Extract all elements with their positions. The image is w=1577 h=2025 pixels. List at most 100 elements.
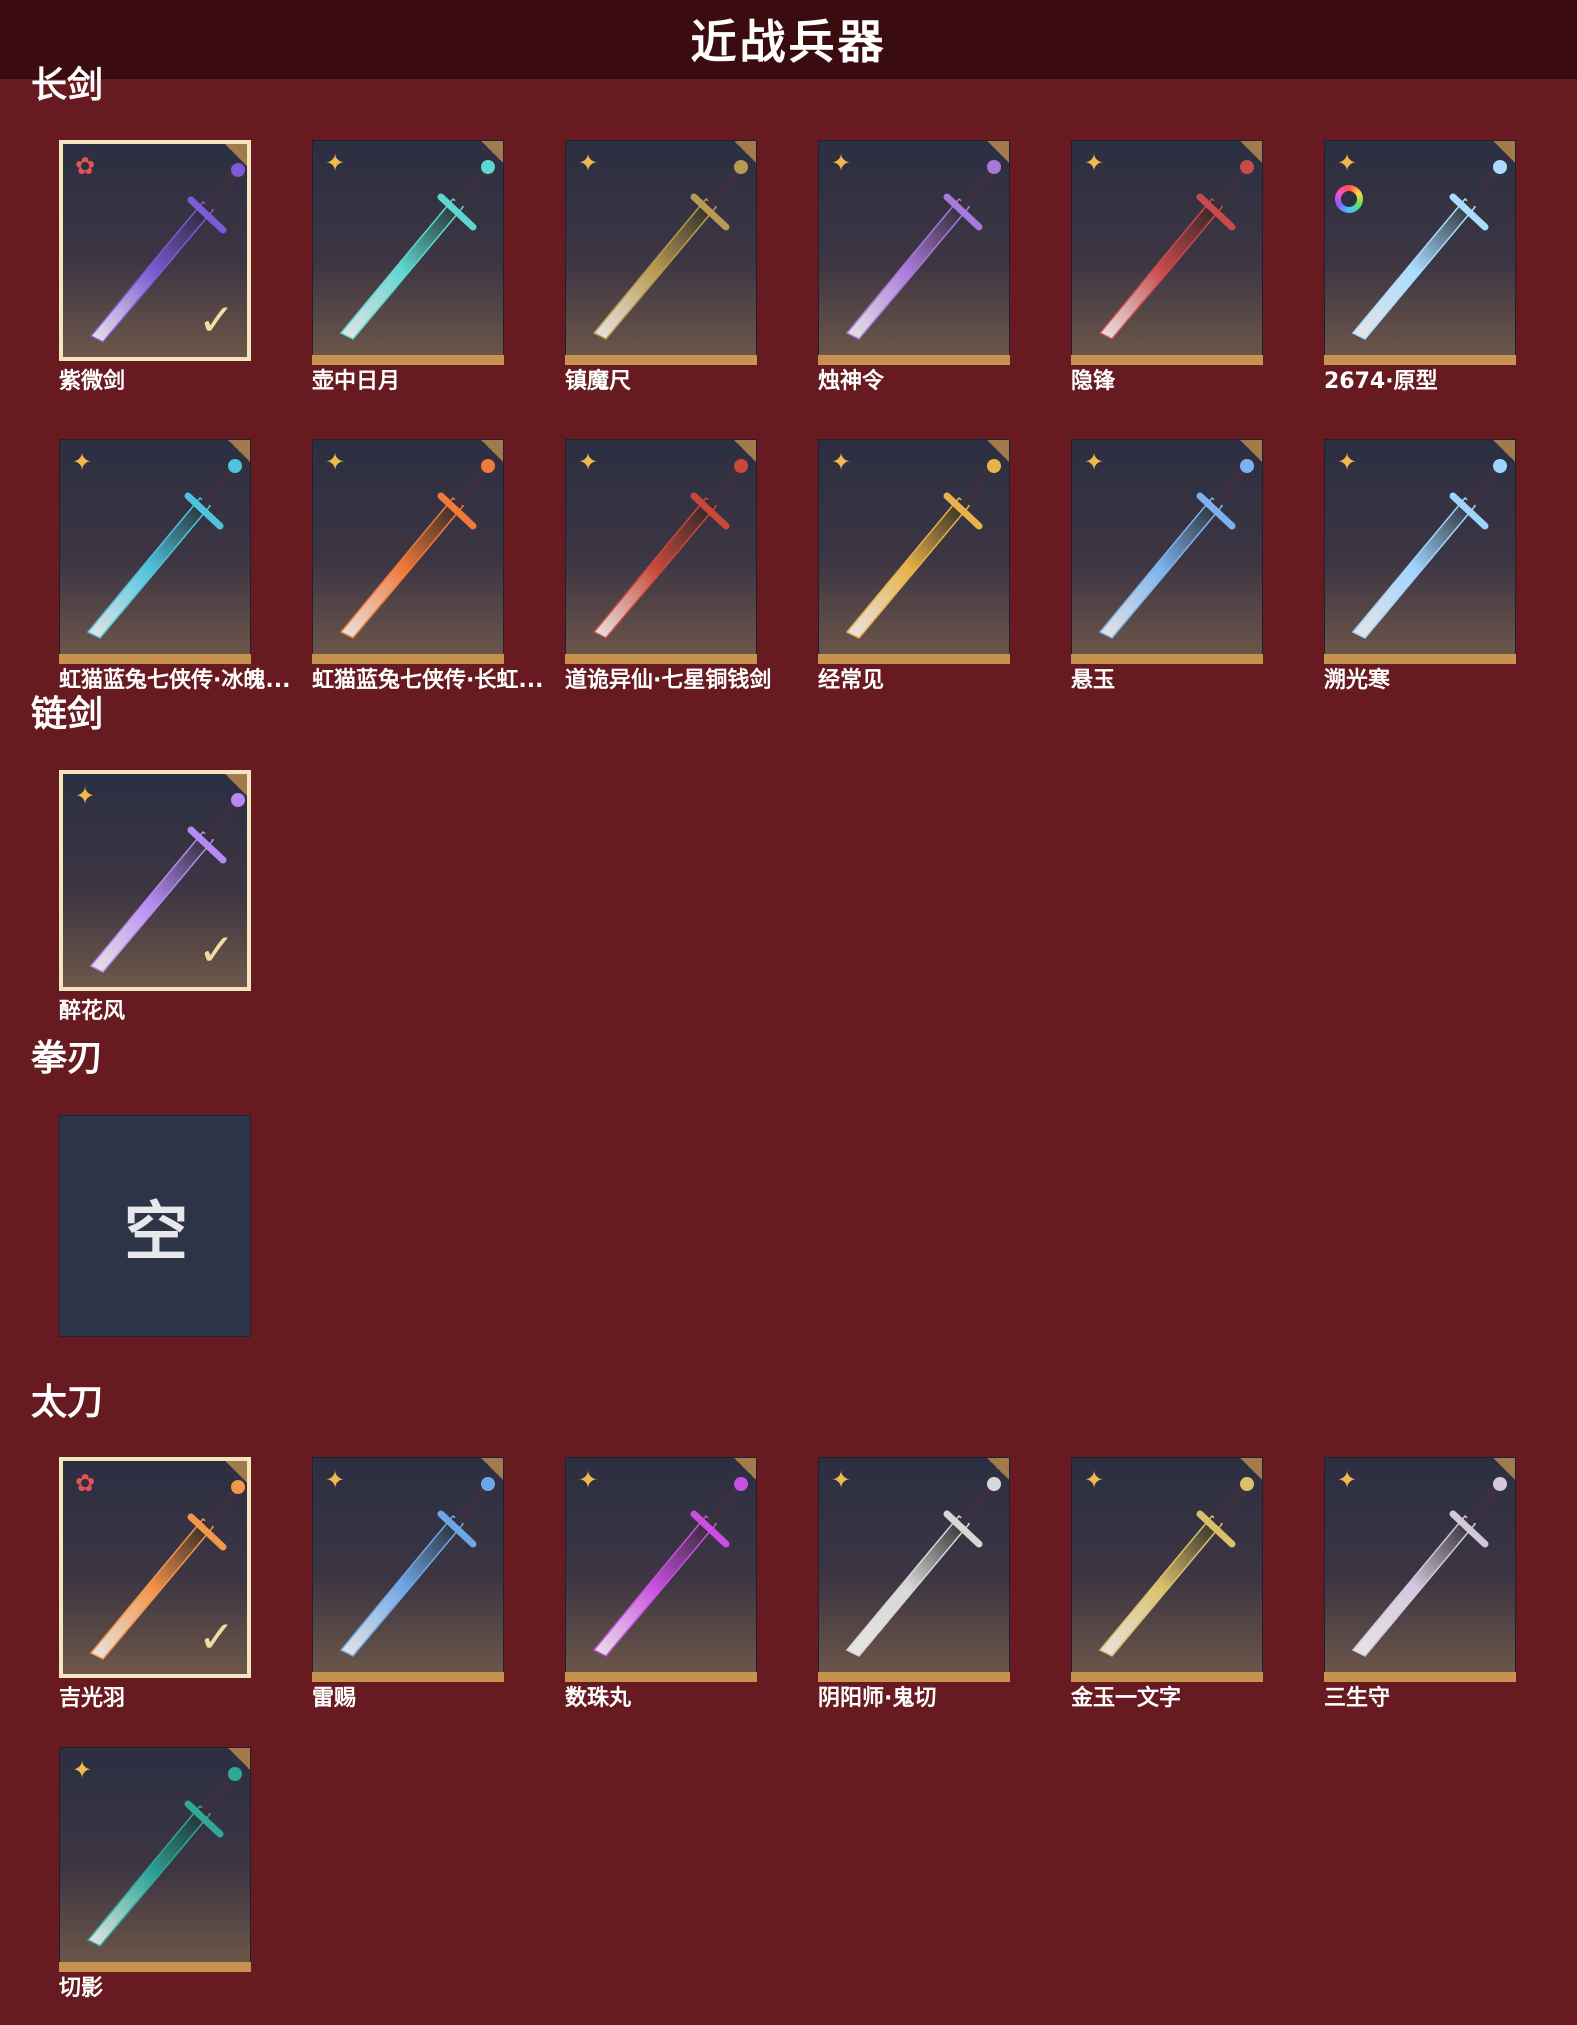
corner-fold-icon: [1493, 440, 1515, 462]
weapon-name: 切影: [59, 1976, 104, 2001]
corner-fold-icon: [734, 141, 756, 163]
weapon-name: 醉花风: [59, 999, 126, 1024]
weapon-name: 烛神令: [818, 369, 885, 394]
gold-star-icon: ✦: [830, 1466, 852, 1494]
card-bottom-bar: [818, 1672, 1010, 1682]
section-title: 太刀: [31, 1382, 104, 1423]
weapon-card-frame: ✦: [312, 439, 504, 660]
corner-fold-icon: [228, 440, 250, 462]
weapon-card-frame: ✦: [59, 1747, 251, 1968]
weapon-name: 镇魔尺: [565, 369, 632, 394]
corner-fold-icon: [987, 141, 1009, 163]
weapon-card[interactable]: ✦ 隐锋: [1071, 140, 1263, 394]
weapon-card-frame: ✦: [1324, 140, 1516, 361]
weapon-card-frame: ✦ ✓: [59, 770, 251, 991]
card-bottom-bar: [1071, 654, 1263, 664]
corner-fold-icon: [1240, 1458, 1262, 1480]
weapon-name: 三生守: [1324, 1686, 1391, 1711]
weapon-card-frame: ✦: [565, 140, 757, 361]
weapon-name: 道诡异仙·七星铜钱剑: [565, 668, 772, 693]
weapon-card[interactable]: ✦ 虹猫蓝兔七侠传·长虹...: [312, 439, 543, 693]
weapon-card[interactable]: ✿ ✓ 吉光羽: [59, 1457, 251, 1711]
weapon-card[interactable]: ✦ 道诡异仙·七星铜钱剑: [565, 439, 771, 693]
card-bottom-bar: [1324, 355, 1516, 365]
weapon-name: 2674·原型: [1324, 369, 1438, 394]
red-flower-icon: ✿: [74, 152, 96, 180]
weapon-card-frame: ✦: [565, 1457, 757, 1678]
weapon-card-frame: ✦: [818, 1457, 1010, 1678]
card-bottom-bar: [312, 1672, 504, 1682]
color-ring-icon: [1335, 185, 1363, 213]
card-bottom-bar: [1324, 654, 1516, 664]
gold-star-icon: ✦: [1336, 448, 1358, 476]
card-bottom-bar: [565, 355, 757, 365]
weapon-card-frame: ✦: [59, 439, 251, 660]
corner-fold-icon: [734, 440, 756, 462]
gold-star-icon: ✦: [1336, 149, 1358, 177]
weapon-card[interactable]: ✦ 切影: [59, 1747, 251, 2001]
weapon-name: 壶中日月: [312, 369, 401, 394]
weapon-card[interactable]: ✿ ✓ 紫微剑: [59, 140, 251, 394]
weapon-card[interactable]: ✦ 悬玉: [1071, 439, 1263, 693]
weapon-card-frame: ✦: [1071, 140, 1263, 361]
weapon-card-frame: ✦: [312, 1457, 504, 1678]
corner-fold-icon: [1493, 141, 1515, 163]
weapon-card-frame: ✦: [565, 439, 757, 660]
corner-fold-icon: [1493, 1458, 1515, 1480]
weapon-card-frame: ✿ ✓: [59, 140, 251, 361]
weapon-name: 隐锋: [1071, 369, 1116, 394]
weapon-card[interactable]: ✦ 三生守: [1324, 1457, 1516, 1711]
weapon-name: 紫微剑: [59, 369, 126, 394]
card-bottom-bar: [59, 1962, 251, 1972]
weapon-card[interactable]: ✦ 镇魔尺: [565, 140, 757, 394]
weapon-card[interactable]: ✦ 经常见: [818, 439, 1010, 693]
gold-star-icon: ✦: [577, 448, 599, 476]
weapon-card[interactable]: ✦ 溯光寒: [1324, 439, 1516, 693]
corner-fold-icon: [481, 141, 503, 163]
corner-fold-icon: [1240, 440, 1262, 462]
card-bottom-bar: [312, 654, 504, 664]
weapon-name: 溯光寒: [1324, 668, 1391, 693]
gold-star-icon: ✦: [71, 448, 93, 476]
empty-slot[interactable]: 空: [59, 1115, 251, 1337]
weapon-card[interactable]: ✦ 阴阳师·鬼切: [818, 1457, 1010, 1711]
weapon-card[interactable]: ✦ 虹猫蓝兔七侠传·冰魄...: [59, 439, 290, 693]
weapon-card[interactable]: ✦ 2674·原型: [1324, 140, 1516, 394]
gold-star-icon: ✦: [324, 1466, 346, 1494]
gold-star-icon: ✦: [74, 782, 96, 810]
weapon-card[interactable]: ✦ 壶中日月: [312, 140, 504, 394]
section-title: 长剑: [31, 65, 104, 106]
equipped-check-icon: ✓: [198, 925, 235, 976]
gold-star-icon: ✦: [1083, 1466, 1105, 1494]
card-bottom-bar: [1324, 1672, 1516, 1682]
weapon-card[interactable]: ✦ 数珠丸: [565, 1457, 757, 1711]
section-title: 拳刃: [31, 1038, 104, 1079]
corner-fold-icon: [734, 1458, 756, 1480]
gold-star-icon: ✦: [1083, 149, 1105, 177]
weapon-card[interactable]: ✦ 金玉一文字: [1071, 1457, 1263, 1711]
gold-star-icon: ✦: [577, 149, 599, 177]
gold-star-icon: ✦: [71, 1756, 93, 1784]
red-flower-icon: ✿: [74, 1469, 96, 1497]
card-bottom-bar: [59, 654, 251, 664]
corner-fold-icon: [987, 1458, 1009, 1480]
weapon-name: 数珠丸: [565, 1686, 632, 1711]
card-bottom-bar: [312, 355, 504, 365]
corner-fold-icon: [481, 440, 503, 462]
gold-star-icon: ✦: [830, 149, 852, 177]
gold-star-icon: ✦: [324, 448, 346, 476]
weapon-card[interactable]: ✦ ✓ 醉花风: [59, 770, 251, 1024]
weapon-name: 阴阳师·鬼切: [818, 1686, 937, 1711]
weapon-name: 吉光羽: [59, 1686, 126, 1711]
weapon-card-frame: ✿ ✓: [59, 1457, 251, 1678]
weapon-card[interactable]: ✦ 烛神令: [818, 140, 1010, 394]
gold-star-icon: ✦: [830, 448, 852, 476]
section-title: 链剑: [31, 694, 104, 735]
corner-fold-icon: [225, 1461, 247, 1483]
page-title: 近战兵器: [690, 15, 887, 69]
corner-fold-icon: [1240, 141, 1262, 163]
weapon-card[interactable]: ✦ 雷赐: [312, 1457, 504, 1711]
weapon-card-frame: ✦: [818, 439, 1010, 660]
weapon-name: 经常见: [818, 668, 885, 693]
weapon-card-frame: ✦: [1324, 1457, 1516, 1678]
